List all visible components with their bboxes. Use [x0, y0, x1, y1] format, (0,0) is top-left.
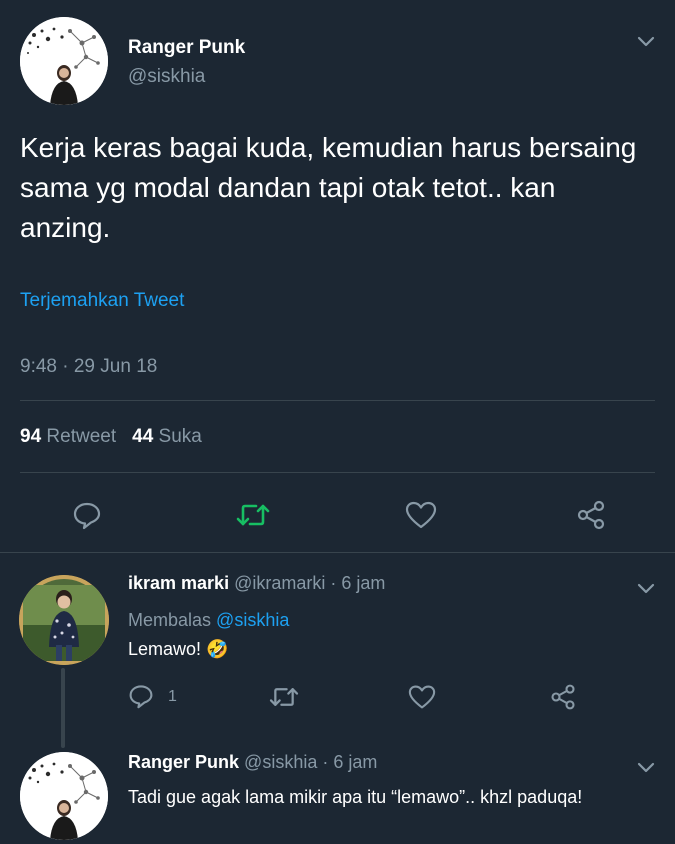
handle[interactable]: @ikramarki: [234, 573, 325, 593]
avatar[interactable]: [19, 575, 109, 665]
reply-button[interactable]: [70, 498, 104, 532]
thread-connector: [61, 668, 65, 748]
tweet-timestamp: 9:48 · 29 Jun 18: [20, 356, 158, 377]
translate-tweet-link[interactable]: Terjemahkan Tweet: [20, 290, 184, 312]
retweet-button[interactable]: [236, 498, 270, 532]
reply-text: Lemawo! 🤣: [128, 639, 229, 659]
reply-text: Tadi gue agak lama mikir apa itu “lemawo…: [128, 787, 583, 807]
retweet-count: 94: [20, 426, 42, 447]
retweet-label: Retweet: [46, 426, 117, 447]
retweet-button[interactable]: [268, 682, 300, 712]
share-icon: [577, 500, 605, 530]
like-button[interactable]: [404, 498, 438, 532]
display-name[interactable]: ikram marki: [128, 573, 229, 593]
retweet-icon: [236, 504, 270, 526]
share-button[interactable]: [574, 498, 608, 532]
retweet-stat[interactable]: 94 Retweet: [20, 426, 116, 447]
avatar[interactable]: [20, 752, 108, 840]
heart-icon: [405, 501, 437, 529]
reply-button[interactable]: [126, 681, 156, 711]
replying-to-label: Membalas: [128, 610, 212, 630]
handle[interactable]: @siskhia: [128, 66, 205, 88]
divider: [20, 400, 655, 401]
chevron-down-icon[interactable]: [637, 762, 655, 774]
divider: [0, 552, 675, 553]
chevron-down-icon[interactable]: [637, 583, 655, 595]
heart-icon: [408, 685, 436, 709]
like-button[interactable]: [407, 682, 437, 712]
tweet-stats: 94 Retweet 44 Suka: [20, 426, 202, 448]
like-count: 44: [132, 426, 154, 447]
mention-link[interactable]: @siskhia: [216, 610, 289, 630]
divider: [20, 472, 655, 473]
retweet-icon: [269, 688, 299, 706]
like-stat[interactable]: 44 Suka: [132, 426, 202, 447]
reply-header: Ranger Punk @siskhia · 6 jam: [128, 752, 377, 773]
reply-count: 1: [168, 688, 177, 705]
handle[interactable]: @siskhia: [244, 752, 317, 772]
reply-icon: [129, 685, 153, 709]
display-name[interactable]: Ranger Punk: [128, 752, 239, 772]
chevron-down-icon[interactable]: [637, 36, 655, 48]
share-icon: [551, 684, 575, 710]
reply-time: · 6 jam: [322, 752, 378, 772]
reply-icon: [73, 502, 101, 530]
reply-time: · 6 jam: [330, 573, 386, 593]
tweet-detail-page: Ranger Punk @siskhia Kerja keras bagai k…: [0, 0, 675, 844]
reply-header: ikram marki @ikramarki · 6 jam: [128, 573, 385, 594]
tweet-text: Kerja keras bagai kuda, kemudian harus b…: [20, 132, 637, 243]
like-label: Suka: [158, 426, 202, 447]
avatar[interactable]: [20, 17, 108, 105]
replying-to: Membalas @siskhia: [128, 610, 289, 631]
display-name[interactable]: Ranger Punk: [128, 37, 245, 59]
share-button[interactable]: [548, 682, 578, 712]
